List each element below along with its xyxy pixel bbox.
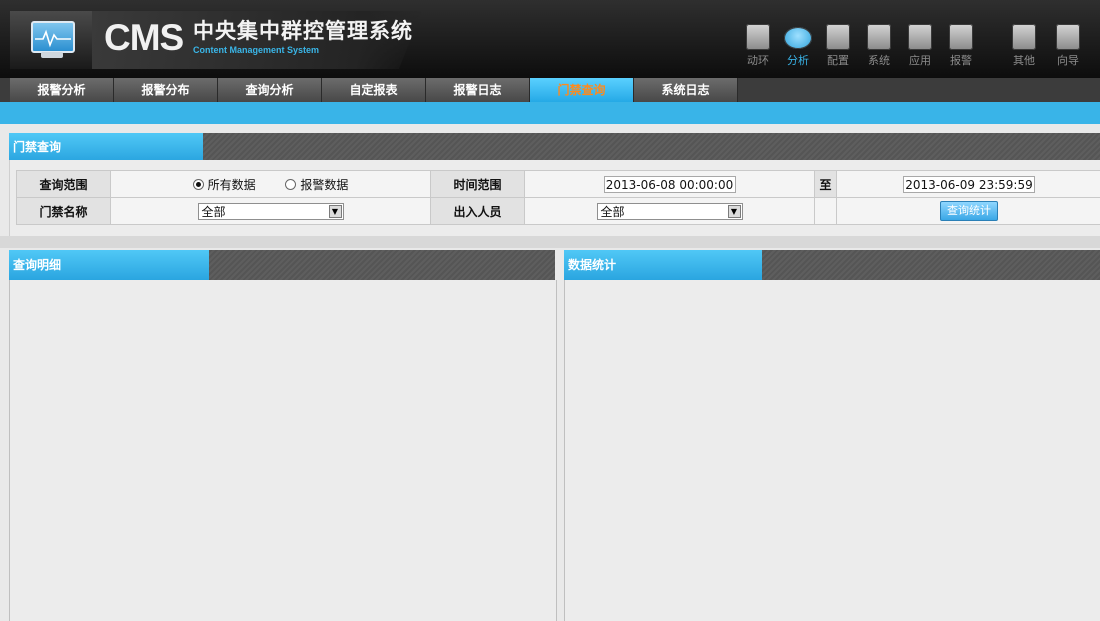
tab-system-log[interactable]: 系统日志 bbox=[634, 78, 738, 102]
system-icon bbox=[867, 24, 891, 50]
topnav-analysis[interactable]: 分析 bbox=[780, 22, 816, 72]
radio-all-data[interactable] bbox=[192, 178, 204, 190]
chevron-down-icon[interactable]: ▼ bbox=[727, 204, 741, 218]
topnav-system[interactable]: 系统 bbox=[861, 22, 897, 72]
power-env-icon bbox=[746, 24, 770, 50]
monitor-icon bbox=[31, 21, 75, 53]
detail-panel-title: 查询明细 bbox=[9, 250, 209, 280]
tab-alarm-distribution[interactable]: 报警分布 bbox=[114, 78, 218, 102]
range-options: 所有数据 报警数据 bbox=[110, 170, 431, 198]
accent-strip bbox=[0, 102, 1100, 124]
topnav-label: 向导 bbox=[1057, 54, 1079, 67]
person-value: 全部 bbox=[600, 204, 625, 219]
tab-custom-report[interactable]: 自定报表 bbox=[322, 78, 426, 102]
time-range-label: 时间范围 bbox=[430, 170, 525, 198]
empty-cell bbox=[814, 197, 837, 225]
stats-results-area bbox=[564, 280, 1100, 621]
query-panel-title: 门禁查询 bbox=[9, 133, 203, 161]
header-bar: CMS 中央集中群控管理系统 Content Management System… bbox=[0, 0, 1100, 78]
stats-panel-header: 数据统计 bbox=[564, 250, 1100, 280]
monitor-stand bbox=[41, 52, 63, 58]
range-label: 查询范围 bbox=[16, 170, 111, 198]
alarm-icon bbox=[949, 24, 973, 50]
topnav-power-env[interactable]: 动环 bbox=[740, 22, 776, 72]
detail-panel-header: 查询明细 bbox=[9, 250, 555, 280]
brand-name: CMS bbox=[104, 17, 184, 58]
query-form-table: 查询范围 所有数据 报警数据 时间范围 2013-06-08 00:00:00 … bbox=[16, 170, 1100, 225]
chevron-down-icon[interactable]: ▼ bbox=[328, 204, 342, 218]
query-form: 查询范围 所有数据 报警数据 时间范围 2013-06-08 00:00:00 … bbox=[9, 160, 1100, 238]
to-label: 至 bbox=[814, 170, 837, 198]
query-button-cell: 查询统计 bbox=[836, 197, 1100, 225]
topnav-label: 分析 bbox=[787, 54, 809, 67]
topnav-label: 应用 bbox=[909, 54, 931, 67]
application-icon bbox=[908, 24, 932, 50]
query-panel-header: 门禁查询 bbox=[9, 133, 1100, 161]
app-title-en: Content Management System bbox=[193, 45, 320, 55]
start-time-cell: 2013-06-08 00:00:00 bbox=[524, 170, 815, 198]
section-divider bbox=[0, 236, 1100, 248]
radio-all-data-label[interactable]: 所有数据 bbox=[208, 178, 256, 192]
topnav-config[interactable]: 配置 bbox=[820, 22, 856, 72]
wizard-icon bbox=[1056, 24, 1080, 50]
start-time-input[interactable]: 2013-06-08 00:00:00 bbox=[603, 175, 736, 193]
topnav-label: 动环 bbox=[747, 54, 769, 67]
topnav-other[interactable]: 其他 bbox=[1006, 22, 1042, 72]
stats-panel-title: 数据统计 bbox=[564, 250, 762, 280]
analysis-icon bbox=[784, 27, 812, 49]
person-cell: 全部 ▼ bbox=[524, 197, 815, 225]
tab-alarm-log[interactable]: 报警日志 bbox=[426, 78, 530, 102]
data-scope-radio-group: 所有数据 报警数据 bbox=[192, 176, 348, 193]
tab-query-analysis[interactable]: 查询分析 bbox=[218, 78, 322, 102]
app-title-cn: 中央集中群控管理系统 bbox=[193, 20, 413, 43]
radio-alarm-data[interactable] bbox=[285, 178, 297, 190]
other-icon bbox=[1012, 24, 1036, 50]
detail-results-area bbox=[9, 280, 557, 621]
topnav-label: 报警 bbox=[950, 54, 972, 67]
topnav-application[interactable]: 应用 bbox=[902, 22, 938, 72]
topnav-wizard[interactable]: 向导 bbox=[1050, 22, 1086, 72]
query-stats-button[interactable]: 查询统计 bbox=[940, 201, 998, 221]
door-name-cell: 全部 ▼ bbox=[110, 197, 431, 225]
radio-alarm-data-label[interactable]: 报警数据 bbox=[300, 178, 348, 192]
tab-access-query[interactable]: 门禁查询 bbox=[530, 78, 634, 102]
person-label: 出入人员 bbox=[430, 197, 525, 225]
end-time-input[interactable]: 2013-06-09 23:59:59 bbox=[903, 175, 1035, 193]
module-tab-bar: 报警分析 报警分布 查询分析 自定报表 报警日志 门禁查询 系统日志 bbox=[0, 78, 1100, 102]
topnav-alarm[interactable]: 报警 bbox=[943, 22, 979, 72]
end-time-cell: 2013-06-09 23:59:59 bbox=[836, 170, 1100, 198]
door-name-value: 全部 bbox=[201, 204, 226, 219]
topnav-label: 其他 bbox=[1013, 54, 1035, 67]
app-logo bbox=[10, 11, 93, 69]
topnav-label: 配置 bbox=[827, 54, 849, 67]
tab-alarm-analysis[interactable]: 报警分析 bbox=[10, 78, 114, 102]
door-name-select[interactable]: 全部 ▼ bbox=[197, 202, 344, 220]
config-icon bbox=[826, 24, 850, 50]
person-select[interactable]: 全部 ▼ bbox=[596, 202, 743, 220]
topnav-label: 系统 bbox=[868, 54, 890, 67]
door-name-label: 门禁名称 bbox=[16, 197, 111, 225]
